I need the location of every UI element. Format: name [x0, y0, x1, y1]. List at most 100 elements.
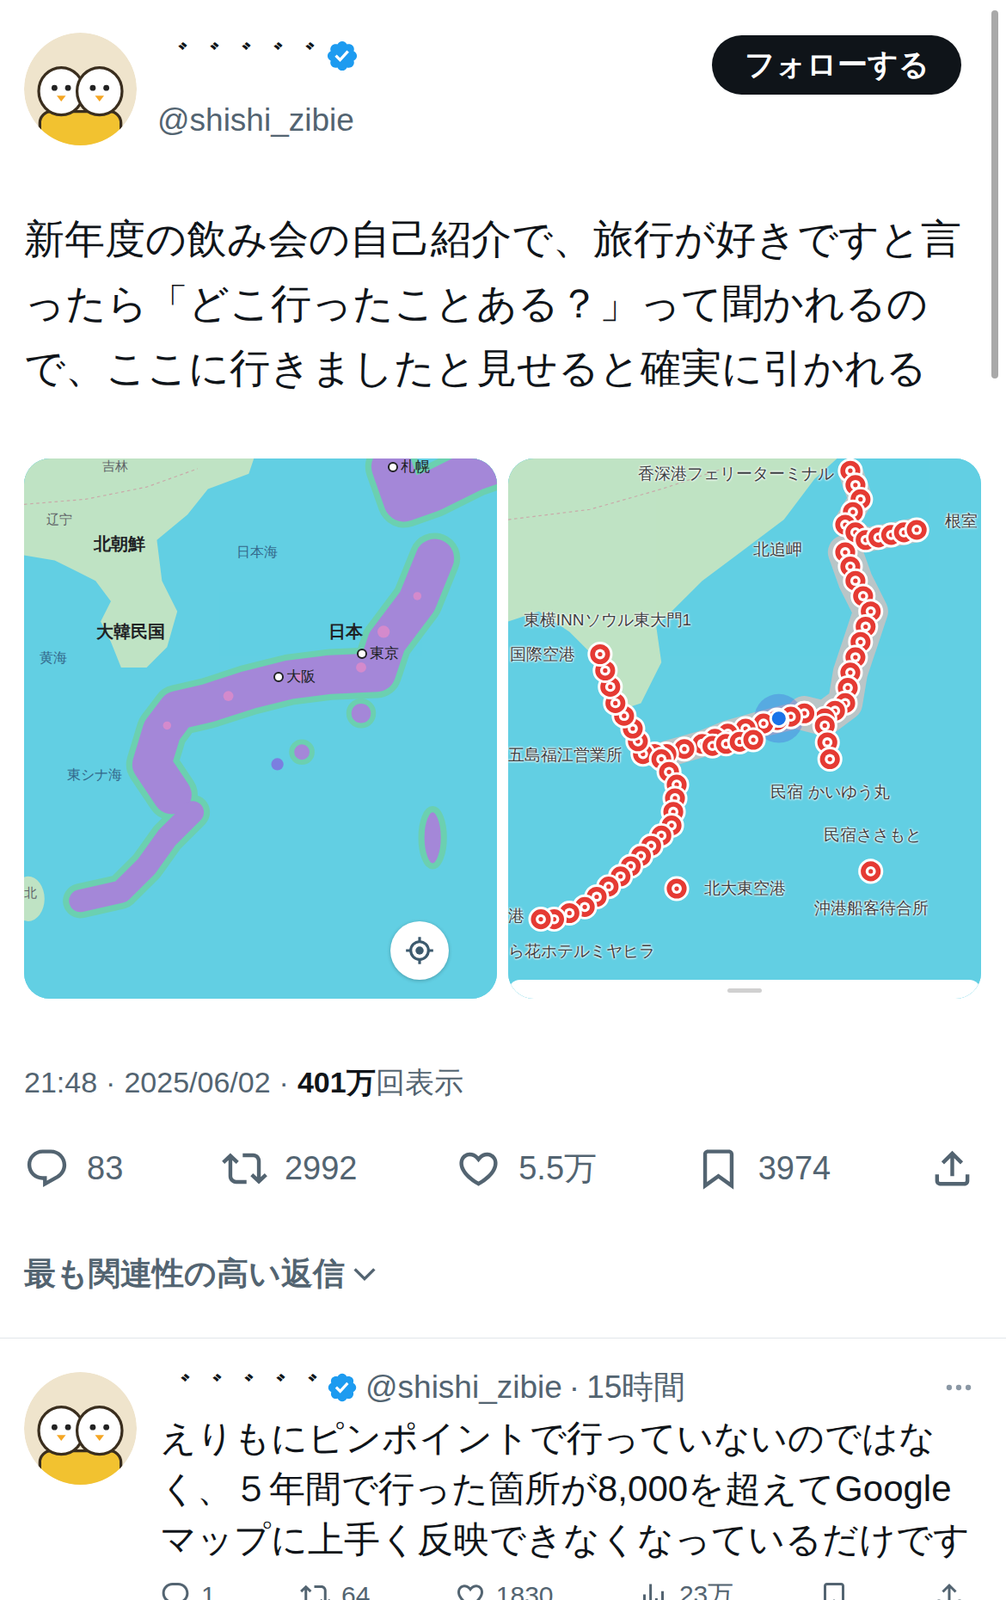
post-header: ゛゛゛゛゛ @shishi_zibie フォローする — [24, 32, 982, 146]
view-label: 回表示 — [375, 1061, 464, 1102]
post-time: 21:48 — [24, 1061, 98, 1102]
map-label: 日本海 — [236, 544, 278, 560]
map-label: ら花ホテルミヤヒラ — [508, 941, 656, 961]
bottom-sheet[interactable] — [508, 979, 982, 999]
reply-icon — [24, 1145, 70, 1191]
map-label: 民宿ささもと — [823, 825, 922, 845]
bookmark-action[interactable] — [818, 1576, 850, 1600]
verified-badge-icon — [325, 38, 360, 74]
author-handle[interactable]: @shishi_zibie — [157, 101, 712, 140]
reply-body: ゛゛゛゛゛@shishi_zibie·15時間えりもにピンポイントで行っていない… — [159, 1367, 982, 1600]
map-pin[interactable] — [905, 518, 928, 541]
map-label: 沖港船客待合所 — [814, 898, 929, 918]
map-label: 香深港フェリーターミナル — [637, 464, 835, 484]
city-dot-icon — [356, 648, 368, 659]
map-label: 北大東空港 — [704, 878, 786, 898]
bookmark-icon — [695, 1145, 742, 1191]
reply-action[interactable]: 83 — [24, 1145, 123, 1191]
pin-map-canvas — [508, 458, 982, 999]
action-count: 3974 — [758, 1149, 832, 1187]
views-icon — [637, 1579, 669, 1600]
map-label: 北朝鮮 — [93, 533, 146, 554]
reply-text: えりもにピンポイントで行っていないのではなく、５年間で行った箇所が8,000を超… — [159, 1411, 975, 1565]
author-handle[interactable]: @shishi_zibie — [365, 1367, 563, 1406]
repost-icon — [221, 1145, 268, 1191]
views-action[interactable]: 23万 — [637, 1576, 734, 1600]
action-count: 23万 — [679, 1576, 734, 1600]
reply-sort-label: 最も関連性の高い返信 — [24, 1253, 345, 1294]
divider — [0, 1337, 1006, 1338]
post-date: 2025/06/02 — [123, 1061, 270, 1102]
follow-button[interactable]: フォローする — [711, 35, 962, 95]
reply-action-bar: 1 64 1830 23万 — [159, 1576, 982, 1600]
current-location-dot — [770, 710, 787, 727]
map-pin[interactable] — [529, 907, 553, 931]
action-count: 1830 — [496, 1580, 554, 1600]
map-label: 辽宁 — [46, 511, 73, 527]
scrollbar[interactable] — [991, 10, 999, 379]
heatmap-image[interactable]: 吉林辽宁北朝鮮大韓民国黄海日本海日本東京大阪札幌東シナ海北 — [24, 458, 497, 999]
map-label: 根室 — [944, 511, 978, 531]
action-count: 83 — [86, 1149, 123, 1187]
map-label: 大阪 — [273, 668, 316, 686]
share-icon — [929, 1145, 976, 1191]
reply-icon — [159, 1579, 191, 1600]
bookmark-icon — [818, 1579, 850, 1600]
map-label: 大韓民国 — [96, 621, 166, 642]
author-name[interactable]: ゛゛゛゛゛ — [157, 36, 317, 74]
map-pin[interactable] — [588, 642, 612, 665]
reply-header: ゛゛゛゛゛@shishi_zibie·15時間 — [159, 1367, 982, 1407]
bookmark-action[interactable]: 3974 — [695, 1145, 832, 1191]
city-dot-icon — [273, 671, 284, 682]
map-pin[interactable] — [665, 877, 688, 900]
like-action[interactable]: 1830 — [454, 1576, 554, 1600]
map-label: 黄海 — [39, 650, 68, 666]
share-action[interactable] — [929, 1145, 976, 1191]
map-label: 東シナ海 — [67, 766, 123, 783]
verified-badge-icon — [325, 1370, 359, 1404]
view-count: 401万 — [297, 1061, 376, 1102]
map-pin[interactable] — [818, 748, 841, 771]
like-action[interactable]: 5.5万 — [455, 1145, 597, 1191]
name-row: ゛゛゛゛゛ — [157, 34, 712, 78]
like-icon — [455, 1145, 502, 1191]
pin-map-image[interactable]: 香深港フェリーターミナル根室北追岬東横INNソウル東大門1国際空港五島福江営業所… — [508, 458, 982, 999]
action-count: 64 — [341, 1580, 370, 1600]
map-label: 札幌 — [387, 458, 430, 476]
repost-action[interactable]: 64 — [300, 1576, 370, 1600]
map-label: 民宿 かいゆう丸 — [770, 782, 890, 802]
map-label: 国際空港 — [509, 644, 576, 664]
reply-action[interactable]: 1 — [159, 1576, 216, 1600]
separator: · — [279, 1061, 289, 1102]
separator: · — [105, 1061, 116, 1102]
media-grid: 吉林辽宁北朝鮮大韓民国黄海日本海日本東京大阪札幌東シナ海北香深港フェリーターミナ… — [24, 458, 982, 999]
map-label: 吉林 — [102, 458, 129, 473]
reply[interactable]: ゛゛゛゛゛@shishi_zibie·15時間えりもにピンポイントで行っていない… — [0, 1337, 1006, 1600]
map-label: 北追岬 — [753, 539, 803, 559]
share-icon — [933, 1579, 965, 1600]
map-label: 北 — [24, 884, 37, 900]
map-label: 港 — [508, 906, 525, 926]
map-pin[interactable] — [742, 728, 765, 751]
author: ゛゛゛゛゛ @shishi_zibie — [157, 32, 712, 140]
action-count: 5.5万 — [518, 1146, 597, 1191]
city-dot-icon — [387, 461, 399, 473]
separator: · — [569, 1367, 580, 1406]
post-page: ゛゛゛゛゛@shishi_zibieフォローする新年度の飲み会の自己紹介で、旅行… — [0, 0, 1006, 1600]
crosshair-icon — [403, 933, 436, 967]
repost-action[interactable]: 2992 — [221, 1145, 358, 1191]
chevron-down-icon — [349, 1258, 380, 1289]
like-icon — [454, 1579, 486, 1600]
share-action[interactable] — [933, 1576, 965, 1600]
sheet-grabber[interactable] — [727, 987, 762, 993]
post-meta: 21:48·2025/06/02·401万回表示 — [24, 1061, 982, 1102]
more-icon[interactable] — [942, 1370, 976, 1404]
avatar-icon[interactable] — [24, 1371, 137, 1485]
avatar-icon[interactable] — [24, 32, 137, 146]
author-name[interactable]: ゛゛゛゛゛ — [159, 1367, 319, 1405]
map-pin[interactable] — [859, 859, 883, 883]
reply-sort-toggle[interactable]: 最も関連性の高い返信 — [24, 1253, 982, 1294]
post: ゛゛゛゛゛@shishi_zibieフォローする新年度の飲み会の自己紹介で、旅行… — [0, 0, 1006, 1294]
repost-icon — [300, 1579, 332, 1600]
locate-button[interactable] — [390, 920, 449, 980]
